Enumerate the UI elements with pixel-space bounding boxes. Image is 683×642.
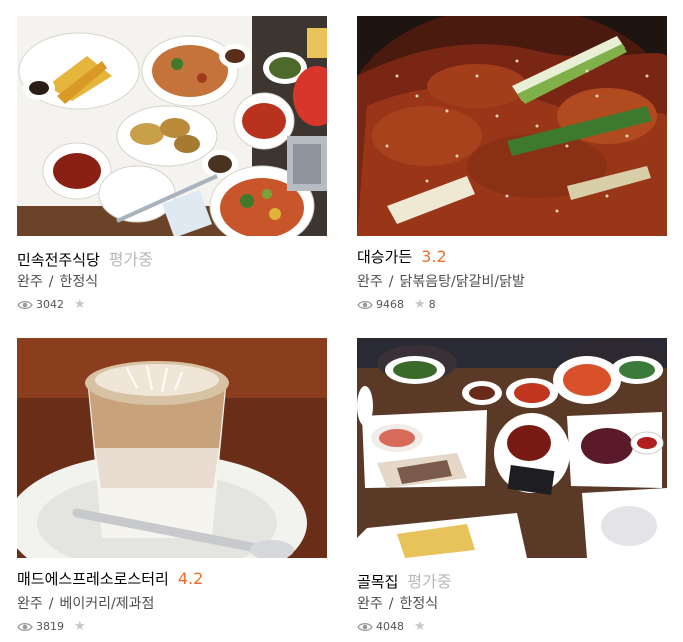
restaurant-photo[interactable] bbox=[357, 16, 667, 236]
rating-score: 3.2 bbox=[421, 247, 447, 266]
star-icon: ★ bbox=[414, 619, 426, 634]
category-label: 베이커리/제과점 bbox=[59, 596, 155, 612]
star-icon: ★ bbox=[74, 619, 86, 634]
region-label: 완주 bbox=[357, 274, 383, 290]
separator: / bbox=[48, 596, 54, 612]
rating-pending: 평가중 bbox=[407, 572, 452, 591]
restaurant-card[interactable]: 대승가든 3.2 완주 / 닭볶음탕/닭갈비/닭발 9468 ★ 8 bbox=[357, 16, 667, 312]
separator: / bbox=[388, 274, 394, 290]
review-count: 8 bbox=[428, 298, 436, 311]
restaurant-stats: 3042 ★ bbox=[17, 297, 327, 312]
view-count: 9468 bbox=[376, 298, 404, 311]
rating-score: 4.2 bbox=[177, 569, 204, 588]
separator: / bbox=[388, 596, 394, 612]
view-count: 3042 bbox=[36, 298, 64, 311]
region-label: 완주 bbox=[17, 274, 43, 290]
restaurant-photo[interactable] bbox=[17, 338, 327, 558]
restaurant-name[interactable]: 골목집 bbox=[357, 571, 398, 592]
restaurant-photo[interactable] bbox=[357, 338, 667, 558]
category-label: 닭볶음탕/닭갈비/닭발 bbox=[399, 274, 525, 290]
category-label: 한정식 bbox=[59, 274, 99, 290]
star-icon: ★ bbox=[414, 297, 426, 312]
category-label: 한정식 bbox=[399, 596, 439, 612]
star-icon: ★ bbox=[74, 297, 86, 312]
restaurant-card[interactable]: 민속전주식당 평가중 완주 / 한정식 3042 ★ bbox=[17, 16, 327, 312]
restaurant-card[interactable]: 골목집 평가중 완주 / 한정식 4048 ★ bbox=[357, 338, 667, 634]
restaurant-category: 완주 / 베이커리/제과점 bbox=[17, 593, 327, 613]
eye-icon bbox=[17, 300, 33, 310]
view-count: 3819 bbox=[36, 620, 64, 633]
restaurant-stats: 9468 ★ 8 bbox=[357, 297, 667, 312]
restaurant-photo[interactable] bbox=[17, 16, 327, 236]
eye-icon bbox=[17, 622, 33, 632]
region-label: 완주 bbox=[17, 596, 43, 612]
view-count: 4048 bbox=[376, 620, 404, 633]
restaurant-category: 완주 / 한정식 bbox=[17, 271, 327, 291]
restaurant-name[interactable]: 민속전주식당 bbox=[17, 249, 100, 270]
restaurant-category: 완주 / 닭볶음탕/닭갈비/닭발 bbox=[357, 271, 667, 291]
restaurant-name[interactable]: 매드에스프레소로스터리 bbox=[17, 568, 169, 589]
restaurant-stats: 3819 ★ bbox=[17, 619, 327, 634]
eye-icon bbox=[357, 300, 373, 310]
rating-pending: 평가중 bbox=[108, 250, 153, 269]
restaurant-stats: 4048 ★ bbox=[357, 619, 667, 634]
restaurant-name[interactable]: 대승가든 bbox=[357, 246, 412, 267]
restaurant-category: 완주 / 한정식 bbox=[357, 593, 667, 613]
region-label: 완주 bbox=[357, 596, 383, 612]
eye-icon bbox=[357, 622, 373, 632]
restaurant-card[interactable]: 매드에스프레소로스터리 4.2 완주 / 베이커리/제과점 3819 ★ bbox=[17, 338, 327, 634]
separator: / bbox=[48, 274, 54, 290]
